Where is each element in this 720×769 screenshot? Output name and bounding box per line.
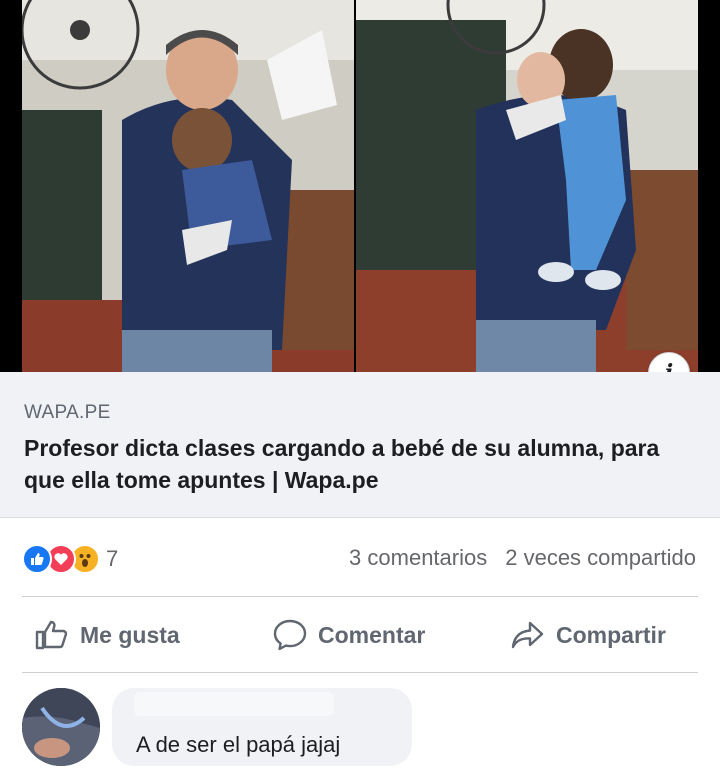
shares-count[interactable]: 2 veces compartido bbox=[505, 545, 696, 571]
link-preview[interactable]: WAPA.PE Profesor dicta clases cargando a… bbox=[0, 372, 720, 518]
commenter-name-redacted[interactable] bbox=[134, 692, 334, 716]
comment-text: A de ser el papá jajaj bbox=[136, 732, 341, 757]
post-photo-right[interactable] bbox=[356, 0, 698, 372]
share-button[interactable]: Compartir bbox=[510, 598, 666, 672]
like-button[interactable]: Me gusta bbox=[34, 598, 180, 672]
comment-button[interactable]: Comentar bbox=[272, 598, 425, 672]
comments-count[interactable]: 3 comentarios bbox=[349, 545, 487, 571]
teacher-photo-right bbox=[356, 0, 698, 372]
post-photo-left[interactable] bbox=[22, 0, 354, 372]
like-label: Me gusta bbox=[80, 621, 180, 648]
teacher-photo-left bbox=[22, 0, 354, 372]
like-reaction-icon bbox=[22, 544, 52, 574]
share-arrow-icon bbox=[511, 621, 544, 649]
post-stats: 3 comentarios 2 veces compartido bbox=[349, 545, 696, 571]
thumbs-up-icon bbox=[35, 620, 68, 650]
post-actions: Me gusta Comentar Compartir bbox=[0, 598, 720, 672]
link-title[interactable]: Profesor dicta clases cargando a bebé de… bbox=[24, 432, 684, 496]
divider bbox=[22, 596, 698, 597]
comment-icon bbox=[273, 619, 307, 651]
post-photo-area[interactable] bbox=[0, 0, 720, 372]
avatar-photo bbox=[22, 688, 100, 766]
reaction-count: 7 bbox=[106, 546, 119, 571]
share-label: Compartir bbox=[556, 621, 666, 648]
reactions-summary[interactable]: 7 bbox=[22, 541, 118, 577]
comment-label: Comentar bbox=[318, 621, 426, 648]
divider bbox=[22, 672, 698, 673]
commenter-avatar[interactable] bbox=[22, 688, 100, 766]
comment-bubble[interactable]: A de ser el papá jajaj bbox=[112, 688, 412, 766]
link-domain: WAPA.PE bbox=[24, 402, 111, 423]
